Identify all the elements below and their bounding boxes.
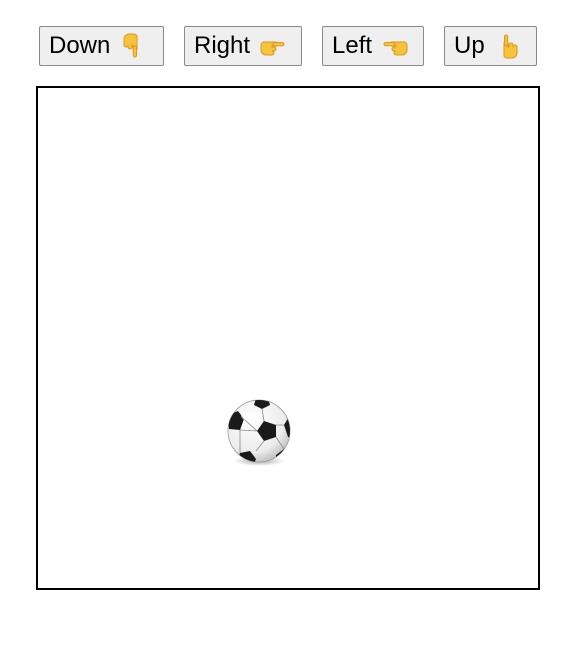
hand-pointing-right-icon <box>260 33 286 59</box>
down-button[interactable]: Down <box>39 26 164 66</box>
up-button[interactable]: Up <box>444 26 537 66</box>
direction-controls: Down Right Left Up <box>0 0 577 70</box>
page: Down Right Left Up <box>0 0 577 662</box>
hand-pointing-up-icon <box>495 33 521 59</box>
down-button-label: Down <box>49 32 111 59</box>
up-button-label: Up <box>454 32 485 59</box>
soccer-ball-icon[interactable] <box>226 399 292 467</box>
left-button-label: Left <box>332 32 373 59</box>
right-button[interactable]: Right <box>184 26 302 66</box>
hand-pointing-down-icon <box>120 33 146 59</box>
hand-pointing-left-icon <box>382 33 408 59</box>
left-button[interactable]: Left <box>322 26 424 66</box>
right-button-label: Right <box>194 32 251 59</box>
play-field <box>36 86 540 590</box>
